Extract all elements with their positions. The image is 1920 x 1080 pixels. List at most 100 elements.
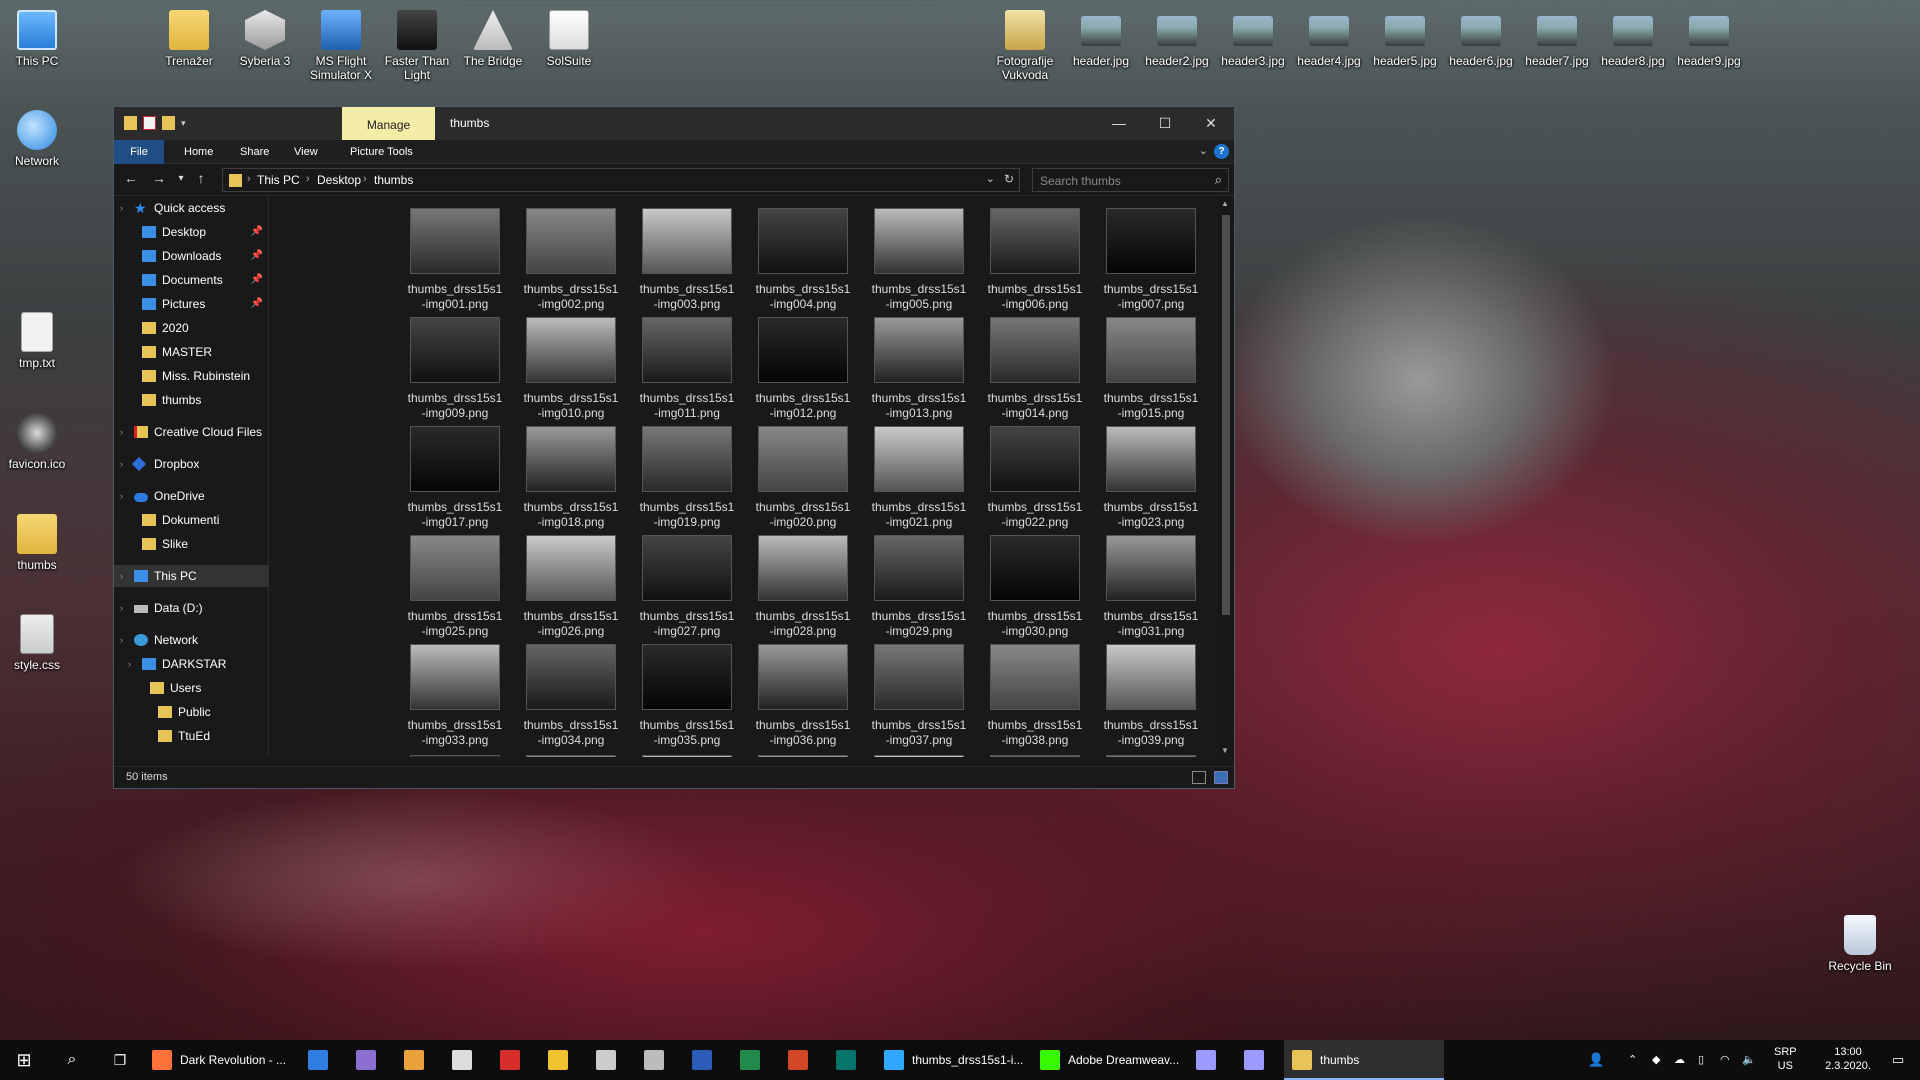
desktop-icon[interactable]: header4.jpg: [1290, 10, 1368, 68]
file-item[interactable]: thumbs_drss15s1 -img034.png: [514, 642, 628, 748]
dropbox-tray-icon[interactable]: ◆: [1652, 1040, 1660, 1080]
taskbar-app[interactable]: [492, 1040, 528, 1080]
expand-arrow-icon[interactable]: ›: [120, 629, 123, 651]
file-item[interactable]: thumbs_drss15s1 -img013.png: [862, 315, 976, 421]
file-item[interactable]: thumbs_drss15s1 -img003.png: [630, 206, 744, 312]
file-item[interactable]: thumbs_drss15s1 -img019.png: [630, 424, 744, 530]
file-item[interactable]: thumbs_drss15s1 -img014.png: [978, 315, 1092, 421]
expand-arrow-icon[interactable]: ›: [120, 565, 123, 587]
expand-arrow-icon[interactable]: ›: [120, 453, 123, 475]
tab-view[interactable]: View: [284, 140, 328, 164]
clock[interactable]: 13:00 2.3.2020.: [1820, 1045, 1876, 1080]
expand-arrow-icon[interactable]: ›: [120, 197, 123, 219]
nav-item[interactable]: Public: [114, 701, 269, 723]
taskbar-app[interactable]: thumbs_drss15s1-i...: [876, 1040, 1026, 1080]
nav-item[interactable]: Dokumenti: [114, 509, 269, 531]
taskbar-app[interactable]: [636, 1040, 672, 1080]
breadcrumb-this-pc[interactable]: This PC: [257, 173, 300, 187]
desktop-icon[interactable]: Faster Than Light: [378, 10, 456, 82]
wifi-icon[interactable]: ◠: [1720, 1040, 1730, 1080]
people-icon[interactable]: 👤: [1588, 1040, 1604, 1080]
expand-arrow-icon[interactable]: ›: [120, 421, 123, 443]
image-thumbnail[interactable]: [526, 755, 616, 757]
file-item[interactable]: thumbs_drss15s1 -img036.png: [746, 642, 860, 748]
maximize-button[interactable]: ☐: [1142, 107, 1188, 140]
file-item[interactable]: thumbs_drss15s1 -img010.png: [514, 315, 628, 421]
breadcrumb-thumbs[interactable]: thumbs: [374, 173, 413, 187]
search-input[interactable]: Search thumbs ⌕: [1032, 168, 1229, 192]
expand-arrow-icon[interactable]: ›: [120, 485, 123, 507]
expand-arrow-icon[interactable]: ›: [128, 653, 131, 675]
taskbar-app[interactable]: [444, 1040, 480, 1080]
nav-item[interactable]: › DARKSTAR: [114, 653, 269, 675]
taskbar-app[interactable]: [540, 1040, 576, 1080]
taskbar-app[interactable]: Dark Revolution - ...: [144, 1040, 294, 1080]
large-icons-view-icon[interactable]: [1214, 771, 1228, 784]
file-item[interactable]: thumbs_drss15s1 -img007.png: [1094, 206, 1208, 312]
file-item[interactable]: thumbs_drss15s1 -img009.png: [398, 315, 512, 421]
scroll-up-icon[interactable]: ▲: [1221, 199, 1229, 208]
desktop-icon[interactable]: Network: [0, 110, 76, 168]
onedrive-tray-icon[interactable]: ☁: [1674, 1040, 1685, 1080]
notifications-icon[interactable]: ▭: [1892, 1040, 1904, 1080]
nav-item[interactable]: TtuEd: [114, 725, 269, 747]
file-item[interactable]: thumbs_drss15s1 -img027.png: [630, 533, 744, 639]
file-item[interactable]: thumbs_drss15s1 -img025.png: [398, 533, 512, 639]
nav-item[interactable]: › Data (D:): [114, 597, 269, 619]
nav-item[interactable]: › This PC: [114, 565, 269, 587]
nav-item[interactable]: Pictures 📌: [114, 293, 269, 315]
desktop-icon[interactable]: header8.jpg: [1594, 10, 1672, 68]
file-item[interactable]: thumbs_drss15s1 -img033.png: [398, 642, 512, 748]
tab-share[interactable]: Share: [230, 140, 279, 164]
desktop-icon[interactable]: header.jpg: [1062, 10, 1140, 68]
desktop-icon[interactable]: Fotografije Vukvoda: [986, 10, 1064, 82]
nav-item[interactable]: › OneDrive: [114, 485, 269, 507]
file-item[interactable]: thumbs_drss15s1 -img011.png: [630, 315, 744, 421]
desktop-icon[interactable]: Syberia 3: [226, 10, 304, 68]
taskbar-app[interactable]: [828, 1040, 864, 1080]
recycle-bin[interactable]: Recycle Bin: [1821, 915, 1899, 973]
volume-icon[interactable]: 🔈: [1742, 1040, 1756, 1080]
properties-icon[interactable]: [143, 116, 156, 130]
breadcrumb-desktop[interactable]: Desktop: [317, 173, 361, 187]
desktop-icon[interactable]: header2.jpg: [1138, 10, 1216, 68]
image-thumbnail[interactable]: [758, 755, 848, 757]
file-item[interactable]: thumbs_drss15s1 -img005.png: [862, 206, 976, 312]
nav-item[interactable]: › Creative Cloud Files: [114, 421, 269, 443]
nav-item[interactable]: Documents 📌: [114, 269, 269, 291]
nav-item[interactable]: Users: [114, 677, 269, 699]
chevron-down-icon[interactable]: ▾: [181, 116, 190, 130]
image-thumbnail[interactable]: [874, 755, 964, 757]
file-item[interactable]: thumbs_drss15s1 -img002.png: [514, 206, 628, 312]
image-thumbnail[interactable]: [410, 755, 500, 757]
back-icon[interactable]: ←: [120, 170, 142, 186]
language-indicator[interactable]: SRP US: [1774, 1045, 1797, 1080]
task-view-icon[interactable]: ❐: [108, 1040, 132, 1080]
nav-item[interactable]: Slike: [114, 533, 269, 555]
file-item[interactable]: thumbs_drss15s1 -img012.png: [746, 315, 860, 421]
nav-item[interactable]: › Dropbox: [114, 453, 269, 475]
taskbar-app[interactable]: [1236, 1040, 1272, 1080]
taskbar-app[interactable]: [684, 1040, 720, 1080]
nav-item[interactable]: thumbs: [114, 389, 269, 411]
desktop-icon[interactable]: style.css: [0, 614, 76, 672]
taskbar-app[interactable]: thumbs: [1284, 1040, 1444, 1080]
search-icon[interactable]: ⌕: [60, 1040, 84, 1080]
desktop-icon[interactable]: The Bridge: [454, 10, 532, 68]
help-icon[interactable]: ?: [1214, 144, 1229, 159]
taskbar-app[interactable]: [780, 1040, 816, 1080]
nav-item[interactable]: MASTER: [114, 341, 269, 363]
taskbar-app[interactable]: [300, 1040, 336, 1080]
recent-locations-icon[interactable]: ▾: [170, 173, 192, 184]
start-button[interactable]: ⊞: [12, 1040, 36, 1080]
desktop-icon[interactable]: favicon.ico: [0, 413, 76, 471]
taskbar-app[interactable]: [588, 1040, 624, 1080]
file-item[interactable]: thumbs_drss15s1 -img004.png: [746, 206, 860, 312]
forward-icon[interactable]: →: [148, 170, 170, 186]
file-item[interactable]: thumbs_drss15s1 -img017.png: [398, 424, 512, 530]
refresh-icon[interactable]: ↻: [1004, 172, 1014, 186]
nav-item[interactable]: Miss. Rubinstein: [114, 365, 269, 387]
file-item[interactable]: thumbs_drss15s1 -img038.png: [978, 642, 1092, 748]
taskbar-app[interactable]: [1188, 1040, 1224, 1080]
desktop-icon[interactable]: SolSuite: [530, 10, 608, 68]
